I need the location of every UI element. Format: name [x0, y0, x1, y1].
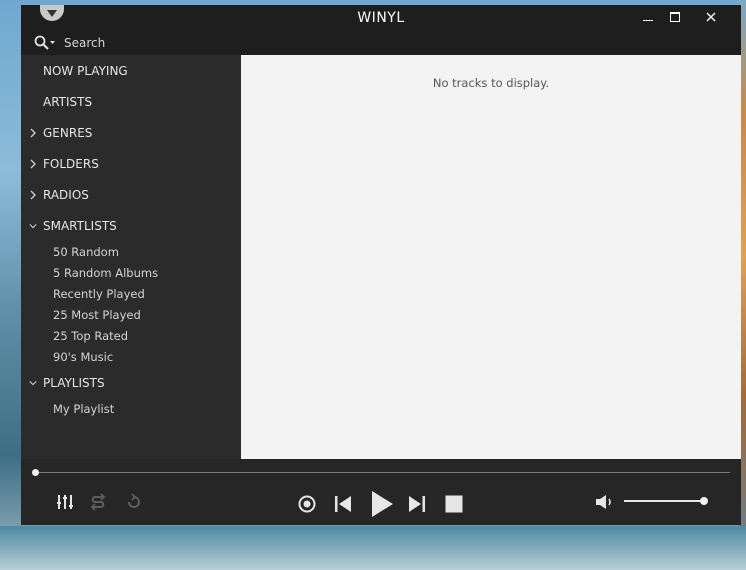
- seek-handle[interactable]: [32, 469, 39, 476]
- desktop-background-bottom: [0, 526, 746, 570]
- sidebar-item-radios[interactable]: RADIOS: [21, 184, 240, 206]
- equalizer-button[interactable]: [55, 492, 75, 512]
- volume-button[interactable]: [595, 493, 617, 511]
- smartlist-item[interactable]: Recently Played: [53, 285, 145, 303]
- sidebar-item-label: PLAYLISTS: [43, 376, 105, 390]
- smartlist-item[interactable]: 50 Random: [53, 243, 119, 261]
- sidebar: NOW PLAYING ARTISTS GENRES FOLDERS RADIO…: [21, 55, 240, 459]
- sidebar-item-label: GENRES: [43, 126, 93, 140]
- sidebar-item-genres[interactable]: GENRES: [21, 122, 240, 144]
- playlist-item[interactable]: My Playlist: [53, 400, 114, 418]
- sidebar-item-label: SMARTLISTS: [43, 219, 117, 233]
- sidebar-item-label: FOLDERS: [43, 157, 99, 171]
- smartlist-item[interactable]: 25 Most Played: [53, 306, 141, 324]
- search-box[interactable]: Search: [34, 34, 105, 52]
- sidebar-item-playlists[interactable]: PLAYLISTS: [21, 372, 240, 394]
- smartlist-item[interactable]: 5 Random Albums: [53, 264, 158, 282]
- previous-icon: [335, 496, 351, 512]
- track-list[interactable]: No tracks to display.: [241, 55, 741, 459]
- sidebar-item-smartlists[interactable]: SMARTLISTS: [21, 215, 240, 237]
- close-icon: [706, 12, 716, 22]
- smartlist-item[interactable]: 90's Music: [53, 348, 113, 366]
- previous-button[interactable]: [333, 494, 353, 514]
- play-button[interactable]: [369, 489, 395, 519]
- sidebar-item-label: NOW PLAYING: [43, 64, 128, 78]
- search-label: Search: [64, 36, 106, 50]
- next-icon: [409, 496, 425, 512]
- title-bar: WINYL Search: [21, 5, 741, 55]
- close-button[interactable]: [694, 5, 728, 29]
- maximize-button[interactable]: [658, 5, 692, 29]
- record-icon: [298, 495, 316, 513]
- sidebar-item-artists[interactable]: ARTISTS: [21, 91, 240, 113]
- maximize-icon: [670, 12, 680, 22]
- player-bar: [21, 459, 741, 525]
- stop-icon: [445, 495, 463, 513]
- winyl-window: WINYL Search NOW PLAYING ARTISTS GENRES …: [21, 5, 741, 525]
- shuffle-button[interactable]: [88, 492, 108, 512]
- minimize-icon: [643, 19, 653, 21]
- sidebar-item-label: RADIOS: [43, 188, 89, 202]
- shuffle-icon: [90, 493, 106, 511]
- stop-button[interactable]: [444, 494, 464, 514]
- sidebar-item-now-playing[interactable]: NOW PLAYING: [21, 60, 240, 82]
- volume-slider[interactable]: [624, 500, 704, 502]
- search-icon: [34, 35, 55, 50]
- record-button[interactable]: [297, 494, 317, 514]
- chevron-down-icon: [29, 224, 37, 229]
- volume-icon: [596, 495, 611, 509]
- chevron-right-icon: [30, 190, 36, 200]
- chevron-right-icon: [30, 128, 36, 138]
- smartlist-item[interactable]: 25 Top Rated: [53, 327, 128, 345]
- repeat-button[interactable]: [124, 492, 144, 512]
- volume-handle[interactable]: [700, 497, 708, 505]
- repeat-icon: [128, 493, 140, 508]
- sidebar-item-label: ARTISTS: [43, 95, 93, 109]
- empty-message: No tracks to display.: [432, 76, 550, 90]
- play-icon: [372, 491, 393, 517]
- next-button[interactable]: [407, 494, 427, 514]
- chevron-right-icon: [30, 159, 36, 169]
- sidebar-item-folders[interactable]: FOLDERS: [21, 153, 240, 175]
- seek-bar[interactable]: [35, 472, 730, 473]
- equalizer-icon: [57, 495, 73, 509]
- chevron-down-icon: [29, 381, 37, 386]
